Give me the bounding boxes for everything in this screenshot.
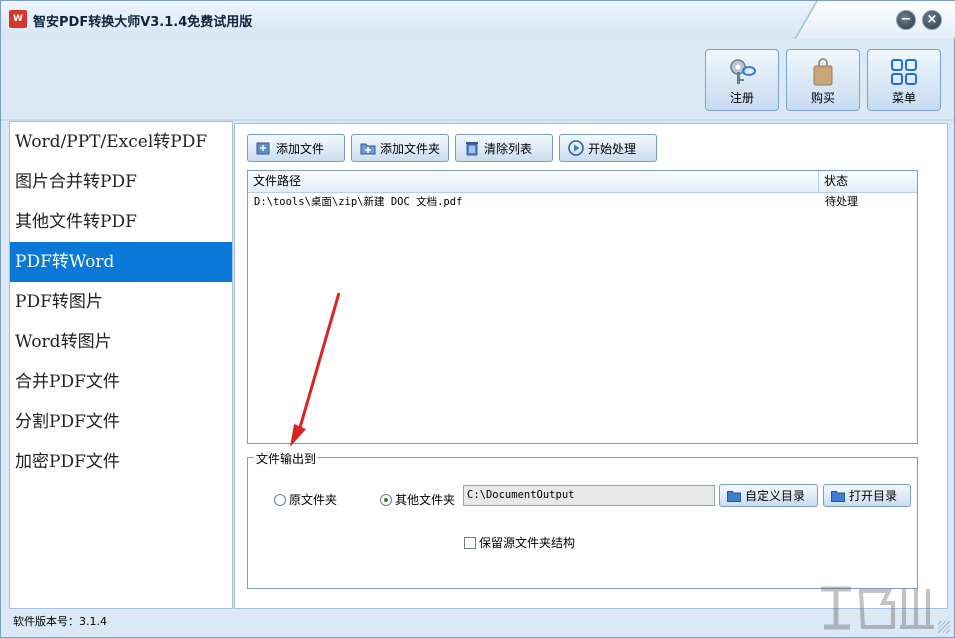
sidebar-item-split-pdf[interactable]: 分割PDF文件 bbox=[10, 402, 232, 442]
version-status: 软件版本号：3.1.4 bbox=[13, 615, 107, 628]
column-header-path[interactable]: 文件路径 bbox=[248, 171, 819, 192]
radio-original-label: 原文件夹 bbox=[289, 493, 338, 507]
app-logo-icon: W bbox=[9, 10, 27, 28]
minimize-button[interactable]: − bbox=[896, 10, 916, 30]
open-directory-button[interactable]: 打开目录 bbox=[823, 484, 911, 507]
register-button[interactable]: 注册 bbox=[705, 49, 779, 111]
window-title: 智安PDF转换大师V3.1.4免费试用版 bbox=[33, 15, 253, 30]
buy-label: 购买 bbox=[810, 91, 835, 105]
file-path-cell: D:\tools\桌面\zip\新建 DOC 文档.pdf bbox=[254, 196, 463, 208]
keep-structure-label: 保留源文件夹结构 bbox=[479, 536, 576, 550]
radio-original-folder[interactable]: 原文件夹 bbox=[274, 491, 337, 508]
key-icon bbox=[730, 59, 756, 84]
play-icon bbox=[568, 140, 584, 156]
start-processing-button[interactable]: 开始处理 bbox=[559, 134, 657, 162]
output-path-field[interactable]: C:\DocumentOutput bbox=[463, 485, 715, 506]
output-group-legend: 文件输出到 bbox=[254, 450, 319, 467]
radio-original-indicator bbox=[274, 493, 286, 506]
keep-structure-checkbox[interactable]: 保留源文件夹结构 bbox=[464, 534, 575, 551]
add-folder-icon bbox=[360, 143, 376, 155]
sidebar-item-pdf-to-image[interactable]: PDF转图片 bbox=[10, 282, 232, 322]
app-window: W 智安PDF转换大师V3.1.4免费试用版 − × 注册 购买 菜单 Word… bbox=[0, 0, 955, 638]
custom-directory-button[interactable]: 自定义目录 bbox=[719, 484, 818, 507]
add-file-icon bbox=[256, 140, 272, 155]
main-panel: 添加文件 添加文件夹 清除列表 开始处理 文件路径 状态 D:\tools\桌面… bbox=[234, 123, 948, 609]
add-folder-label: 添加文件夹 bbox=[380, 141, 441, 156]
column-header-status[interactable]: 状态 bbox=[819, 171, 848, 192]
keep-structure-box bbox=[464, 536, 476, 549]
sidebar-item-other-to-pdf[interactable]: 其他文件转PDF bbox=[10, 202, 232, 242]
sidebar-item-encrypt-pdf[interactable]: 加密PDF文件 bbox=[10, 442, 232, 482]
add-file-label: 添加文件 bbox=[276, 141, 325, 156]
register-label: 注册 bbox=[729, 91, 754, 105]
title-bar: W 智安PDF转换大师V3.1.4免费试用版 − × bbox=[1, 1, 955, 39]
file-list-header: 文件路径 状态 bbox=[248, 171, 917, 193]
open-directory-label: 打开目录 bbox=[849, 489, 898, 503]
close-button[interactable]: × bbox=[922, 10, 942, 30]
output-settings-group: 文件输出到 原文件夹 其他文件夹 C:\DocumentOutput 自定义目录 bbox=[247, 450, 918, 589]
buy-button[interactable]: 购买 bbox=[786, 49, 860, 111]
menu-button[interactable]: 菜单 bbox=[867, 49, 941, 111]
start-processing-label: 开始处理 bbox=[588, 141, 637, 156]
file-status-cell: 待处理 bbox=[825, 195, 858, 208]
shopping-bag-icon bbox=[813, 58, 833, 86]
radio-other-folder[interactable]: 其他文件夹 bbox=[380, 491, 455, 508]
sidebar-item-word-to-image[interactable]: Word转图片 bbox=[10, 322, 232, 362]
grid-menu-icon bbox=[891, 59, 917, 85]
clear-list-button[interactable]: 清除列表 bbox=[455, 134, 553, 162]
radio-other-indicator bbox=[380, 493, 392, 506]
trash-icon bbox=[466, 142, 478, 156]
function-sidebar: Word/PPT/Excel转PDF 图片合并转PDF 其他文件转PDF PDF… bbox=[9, 121, 233, 609]
sidebar-item-images-to-pdf[interactable]: 图片合并转PDF bbox=[10, 162, 232, 202]
folder-icon bbox=[727, 490, 741, 502]
sidebar-item-office-to-pdf[interactable]: Word/PPT/Excel转PDF bbox=[10, 122, 232, 162]
add-folder-button[interactable]: 添加文件夹 bbox=[351, 134, 449, 162]
radio-other-label: 其他文件夹 bbox=[395, 493, 456, 507]
custom-directory-label: 自定义目录 bbox=[745, 489, 806, 503]
open-folder-icon bbox=[831, 490, 845, 502]
table-row[interactable]: D:\tools\桌面\zip\新建 DOC 文档.pdf 待处理 bbox=[248, 193, 917, 211]
site-watermark-icon bbox=[821, 586, 934, 630]
add-file-button[interactable]: 添加文件 bbox=[247, 134, 345, 162]
file-list[interactable]: 文件路径 状态 D:\tools\桌面\zip\新建 DOC 文档.pdf 待处… bbox=[247, 170, 918, 444]
clear-list-label: 清除列表 bbox=[484, 141, 533, 156]
sidebar-item-pdf-to-word[interactable]: PDF转Word bbox=[10, 242, 232, 282]
sidebar-item-merge-pdf[interactable]: 合并PDF文件 bbox=[10, 362, 232, 402]
menu-label: 菜单 bbox=[891, 91, 916, 105]
